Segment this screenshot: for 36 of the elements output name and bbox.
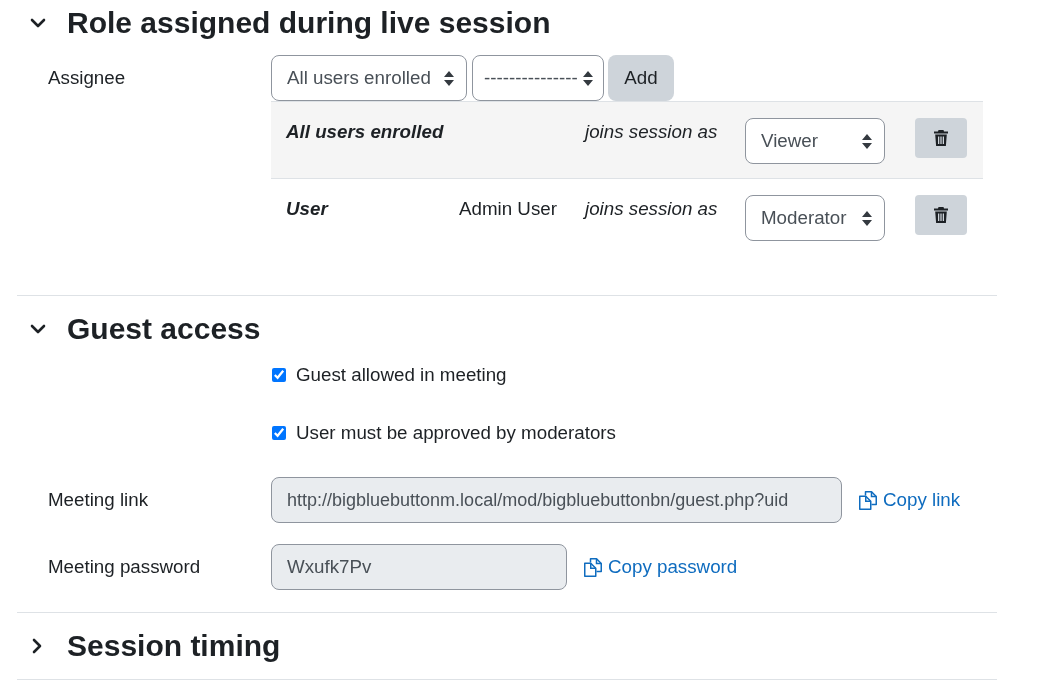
chevron-down-icon[interactable] xyxy=(30,17,46,28)
joins-label: joins session as xyxy=(585,198,718,219)
sort-arrows-icon xyxy=(444,70,454,86)
field-label: Meeting password xyxy=(48,555,201,577)
copy-link[interactable]: Copy password xyxy=(584,552,738,582)
chevron-right-icon[interactable] xyxy=(32,637,42,654)
section-heading: Role assigned during live session xyxy=(67,4,551,41)
role-select[interactable]: Moderator xyxy=(745,195,885,241)
field-label: Meeting link xyxy=(48,488,149,510)
checkbox[interactable] xyxy=(272,426,286,440)
participant-type: User xyxy=(286,198,328,219)
section-heading: Guest access xyxy=(67,310,261,347)
meeting-link-field[interactable]: http://bigbluebuttonm.local/mod/bigbluebuttonbn/guest.php?uid xyxy=(271,477,842,523)
delete-button[interactable] xyxy=(915,118,967,158)
joins-label: joins session as xyxy=(585,121,718,142)
field-label: Assignee xyxy=(48,66,126,88)
participant-select[interactable]: --------------- xyxy=(472,55,604,101)
checkbox[interactable] xyxy=(272,368,286,382)
sort-arrows-icon xyxy=(583,70,593,86)
trash-icon xyxy=(934,130,948,146)
copy-icon xyxy=(859,490,878,510)
sort-arrows-icon xyxy=(862,133,872,149)
checkbox-label: Guest allowed in meeting xyxy=(296,362,507,387)
copy-link[interactable]: Copy link xyxy=(859,485,961,515)
checkbox-label: User must be approved by moderators xyxy=(296,420,616,445)
chevron-down-icon[interactable] xyxy=(30,323,46,334)
delete-button[interactable] xyxy=(915,195,967,235)
copy-icon xyxy=(584,557,603,577)
participant-type: All users enrolled xyxy=(286,121,444,142)
add-button[interactable]: Add xyxy=(608,55,674,101)
meeting-password-field[interactable]: Wxufk7Pv xyxy=(271,544,567,590)
role-select[interactable]: Viewer xyxy=(745,118,885,164)
participant-name: Admin User xyxy=(459,198,557,219)
sort-arrows-icon xyxy=(862,210,872,226)
participant-type-select[interactable]: All users enrolled xyxy=(271,55,467,101)
trash-icon xyxy=(934,207,948,223)
